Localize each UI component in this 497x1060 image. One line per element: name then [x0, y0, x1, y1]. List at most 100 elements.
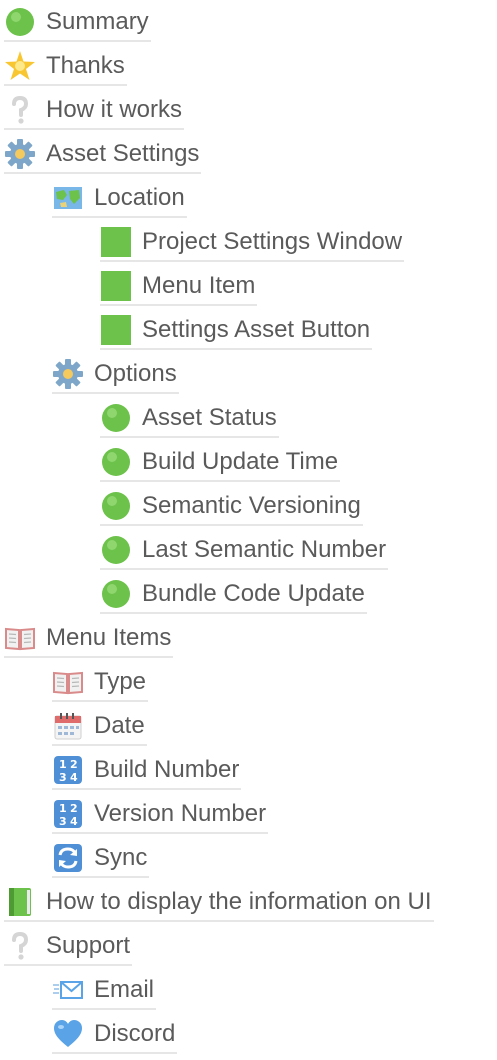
green-square-icon: [100, 314, 132, 346]
toc-item-version-number: 1234 Version Number: [52, 796, 269, 840]
toc-label: How to display the information on UI: [46, 888, 432, 915]
blue-heart-icon: [52, 1018, 84, 1050]
gear-icon: [52, 358, 84, 390]
toc-link-options[interactable]: Options: [52, 356, 179, 394]
toc-label: Menu Item: [142, 272, 256, 299]
toc-label: Settings Asset Button: [142, 316, 371, 343]
toc-link-bundle-code-update[interactable]: Bundle Code Update: [100, 576, 367, 614]
toc-label: How it works: [46, 96, 183, 123]
toc-label: Options: [94, 360, 177, 387]
star-icon: [4, 50, 36, 82]
toc-link-asset-settings[interactable]: Asset Settings: [4, 136, 202, 174]
toc-link-menu-items[interactable]: Menu Items: [4, 620, 174, 658]
open-book-icon: [4, 622, 36, 654]
toc-item-project-settings-window: Project Settings Window: [100, 224, 405, 268]
map-icon: [52, 182, 84, 214]
numbers-icon: 1234: [52, 754, 84, 786]
toc-link-asset-status[interactable]: Asset Status: [100, 400, 279, 438]
toc-label: Sync: [94, 844, 148, 871]
toc-label: Asset Settings: [46, 140, 200, 167]
toc-label: Thanks: [46, 52, 125, 79]
svg-text:4: 4: [70, 815, 78, 828]
toc-link-semantic-versioning[interactable]: Semantic Versioning: [100, 488, 363, 526]
toc-label: Bundle Code Update: [142, 580, 365, 607]
toc-item-bundle-code-update: Bundle Code Update: [100, 576, 367, 620]
toc-label: Build Number: [94, 756, 240, 783]
green-circle-icon: [100, 402, 132, 434]
green-circle-icon: [100, 534, 132, 566]
toc-link-settings-asset-button[interactable]: Settings Asset Button: [100, 312, 373, 350]
green-circle-icon: [100, 578, 132, 610]
toc-item-support: Support: [4, 928, 133, 972]
toc-link-email[interactable]: Email: [52, 972, 157, 1010]
toc-label: Project Settings Window: [142, 228, 403, 255]
svg-text:4: 4: [70, 771, 78, 784]
gear-icon: [4, 138, 36, 170]
svg-text:2: 2: [70, 758, 78, 771]
toc-link-sync[interactable]: Sync: [52, 840, 150, 878]
toc-link-how-it-works[interactable]: How it works: [4, 92, 185, 130]
toc-link-build-number[interactable]: 1234 Build Number: [52, 752, 242, 790]
toc-link-summary[interactable]: Summary: [4, 4, 151, 42]
svg-text:1: 1: [59, 758, 67, 771]
toc-item-type: Type: [52, 664, 149, 708]
svg-text:3: 3: [59, 815, 67, 828]
toc-item-summary: Summary: [4, 4, 151, 48]
toc-link-menu-item[interactable]: Menu Item: [100, 268, 258, 306]
toc-link-how-to-display[interactable]: How to display the information on UI: [4, 884, 434, 922]
toc-item-settings-asset-button: Settings Asset Button: [100, 312, 373, 356]
toc-label: Semantic Versioning: [142, 492, 361, 519]
toc-link-type[interactable]: Type: [52, 664, 149, 702]
toc-label: Type: [94, 668, 147, 695]
toc-label: Summary: [46, 8, 149, 35]
calendar-icon: [52, 710, 84, 742]
toc-link-build-update-time[interactable]: Build Update Time: [100, 444, 341, 482]
toc-item-how-it-works: How it works: [4, 92, 185, 136]
toc-item-build-number: 1234 Build Number: [52, 752, 242, 796]
sync-icon: [52, 842, 84, 874]
green-square-icon: [100, 270, 132, 302]
toc-item-build-update-time: Build Update Time: [100, 444, 341, 488]
toc-item-menu-items: Menu Items: [4, 620, 174, 664]
toc-item-last-semantic-number: Last Semantic Number: [100, 532, 389, 576]
svg-text:1: 1: [59, 802, 67, 815]
toc-item-asset-status: Asset Status: [100, 400, 279, 444]
toc-label: Asset Status: [142, 404, 277, 431]
green-book-icon: [4, 886, 36, 918]
svg-text:3: 3: [59, 771, 67, 784]
numbers-icon: 1234: [52, 798, 84, 830]
toc-label: Build Update Time: [142, 448, 339, 475]
toc-item-discord: Discord: [52, 1016, 178, 1060]
toc-item-how-to-display: How to display the information on UI: [4, 884, 434, 928]
toc-label: Location: [94, 184, 185, 211]
toc-link-project-settings-window[interactable]: Project Settings Window: [100, 224, 405, 262]
toc-link-location[interactable]: Location: [52, 180, 187, 218]
question-mark-icon: [4, 930, 36, 962]
envelope-icon: [52, 974, 84, 1006]
toc-link-thanks[interactable]: Thanks: [4, 48, 127, 86]
toc-item-location: Location: [52, 180, 187, 224]
toc-label: Last Semantic Number: [142, 536, 387, 563]
open-book-icon: [52, 666, 84, 698]
svg-text:2: 2: [70, 802, 78, 815]
green-circle-icon: [4, 6, 36, 38]
toc-item-email: Email: [52, 972, 157, 1016]
toc-link-date[interactable]: Date: [52, 708, 147, 746]
green-circle-icon: [100, 446, 132, 478]
green-square-icon: [100, 226, 132, 258]
toc-item-date: Date: [52, 708, 147, 752]
toc-label: Email: [94, 976, 155, 1003]
toc-label: Version Number: [94, 800, 267, 827]
toc-link-last-semantic-number[interactable]: Last Semantic Number: [100, 532, 389, 570]
question-mark-icon: [4, 94, 36, 126]
toc-item-asset-settings: Asset Settings: [4, 136, 202, 180]
toc-link-support[interactable]: Support: [4, 928, 133, 966]
toc-link-discord[interactable]: Discord: [52, 1016, 178, 1054]
toc-label: Date: [94, 712, 145, 739]
toc-label: Support: [46, 932, 131, 959]
toc-label: Menu Items: [46, 624, 172, 651]
toc-label: Discord: [94, 1020, 176, 1047]
toc-link-version-number[interactable]: 1234 Version Number: [52, 796, 269, 834]
toc-item-thanks: Thanks: [4, 48, 127, 92]
toc-item-menu-item: Menu Item: [100, 268, 258, 312]
